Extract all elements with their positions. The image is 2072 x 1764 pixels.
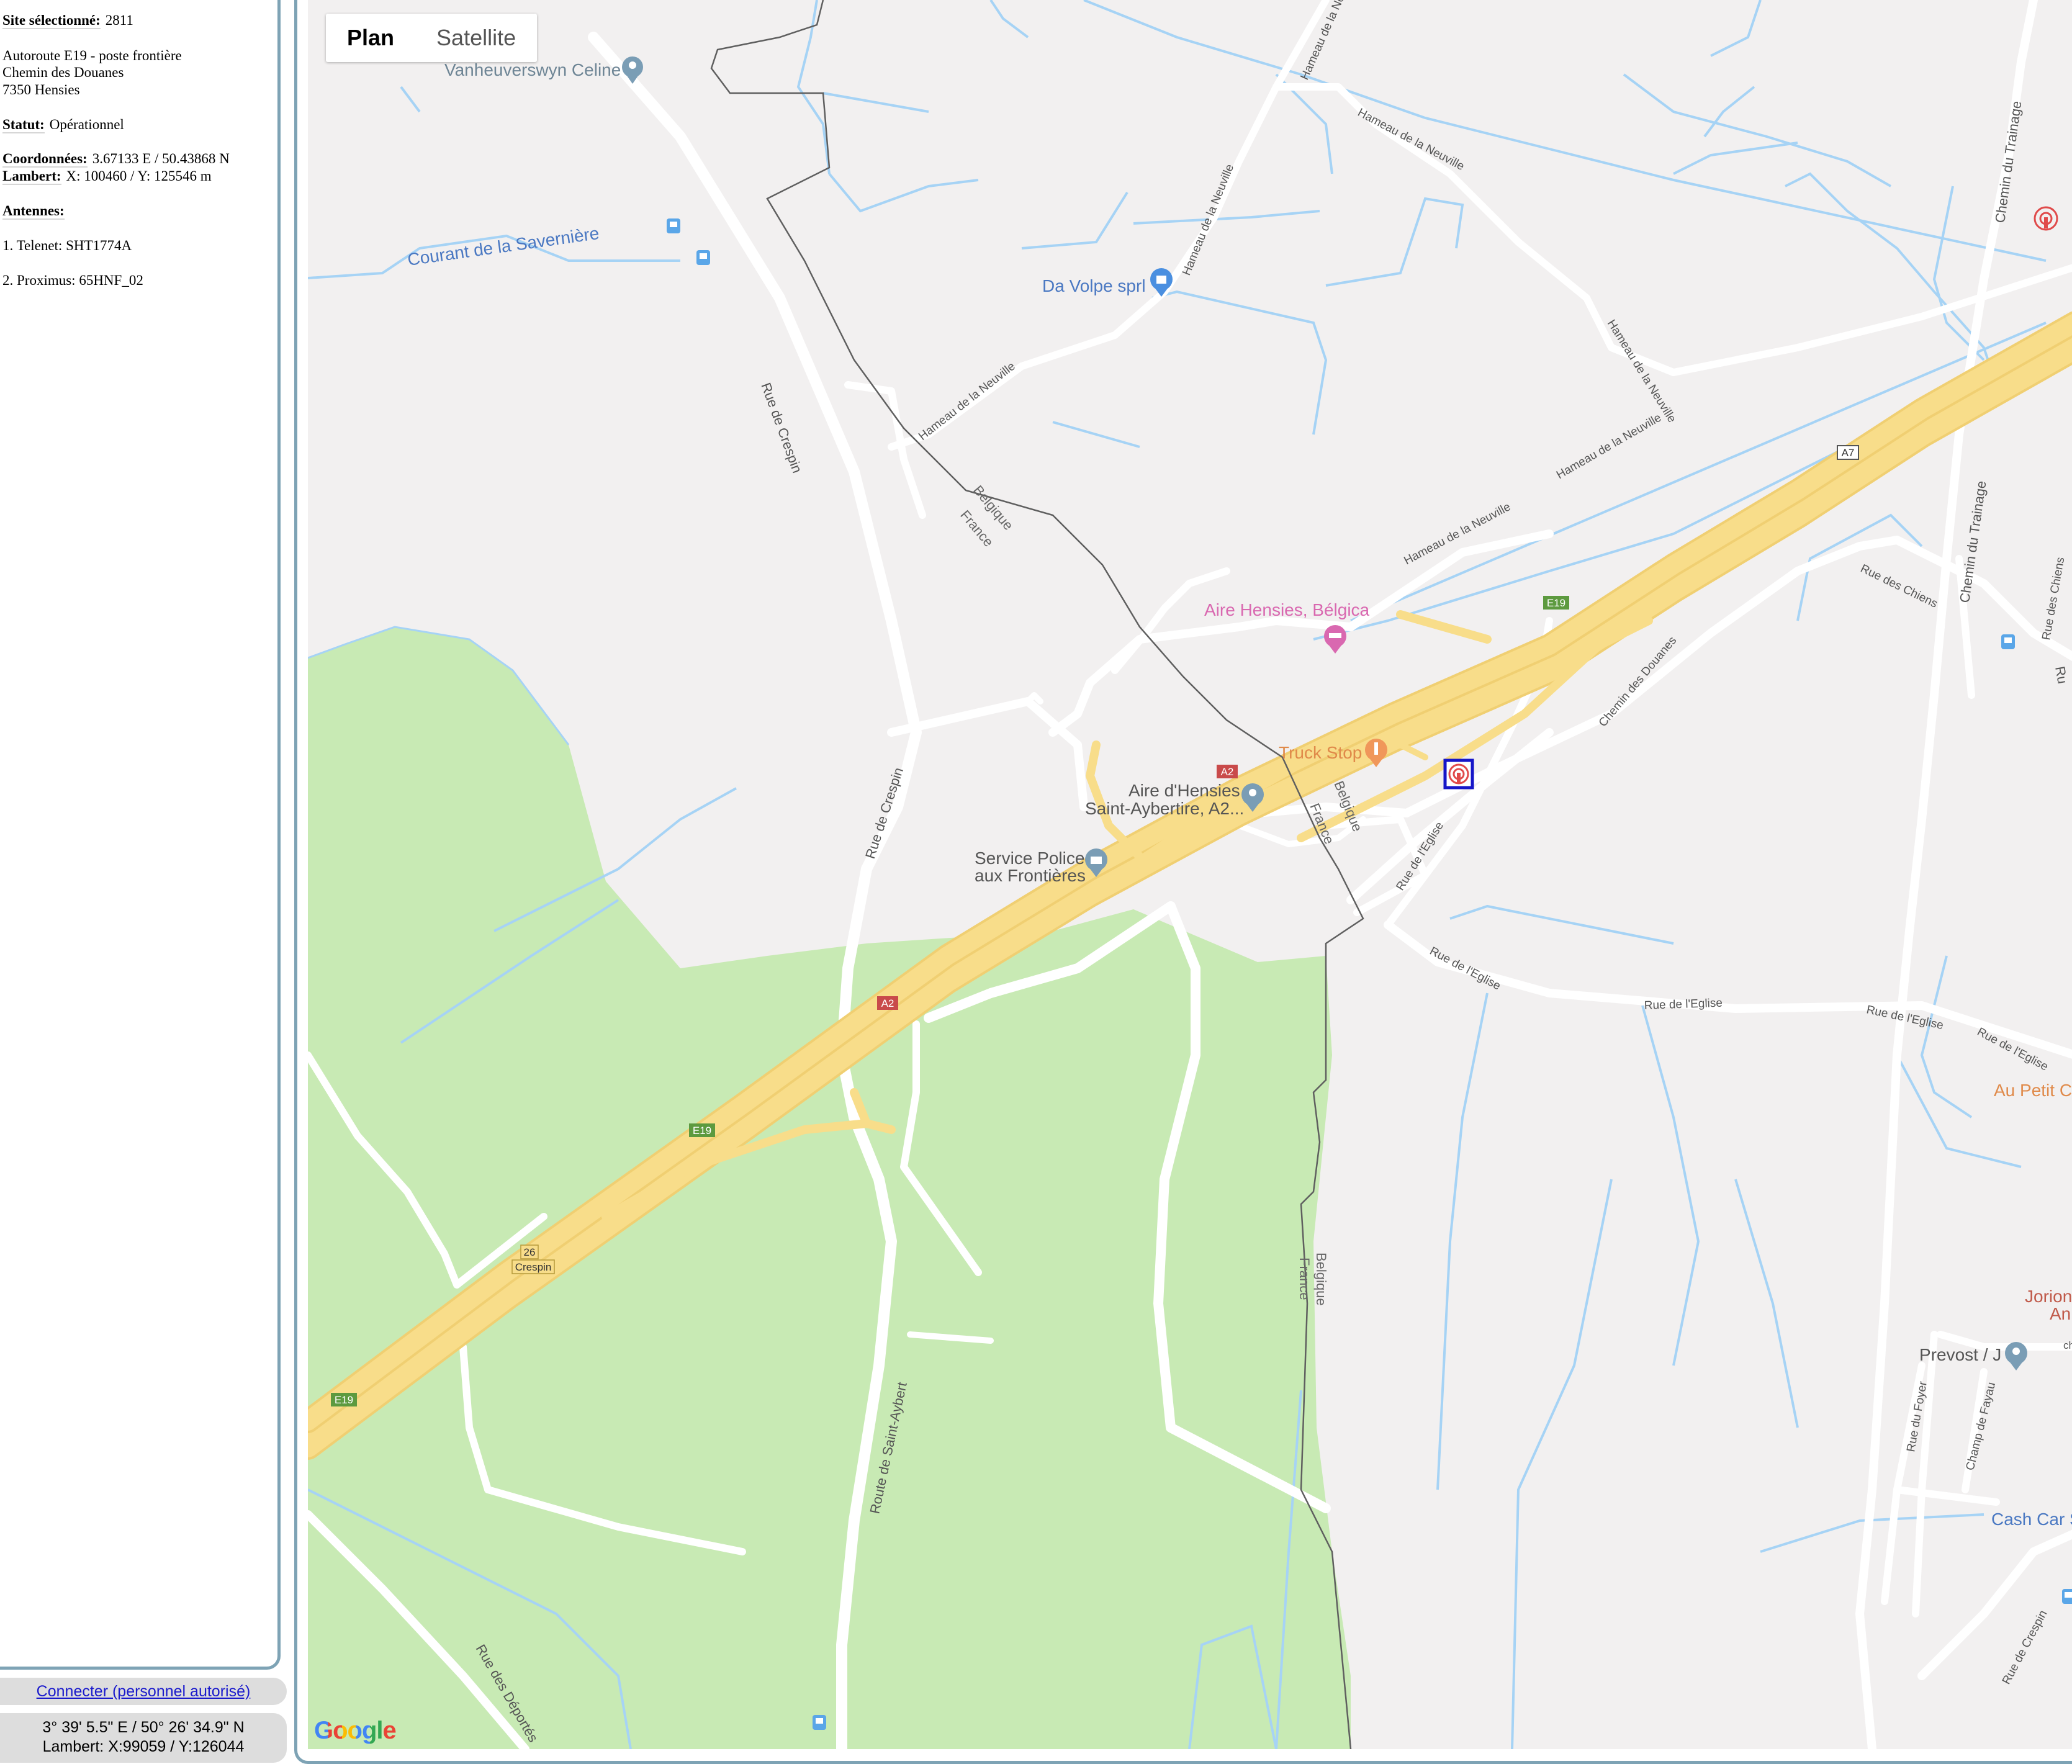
antennas-row: Antennes:: [2, 203, 70, 220]
google-logo-text: Google: [314, 1717, 397, 1744]
map-frame: E19 E19 E19 A2 A2 A7 26 Crespin Vanheuve…: [294, 0, 2072, 1764]
e19-shield-label: E19: [693, 1125, 711, 1136]
status-value: Opérationnel: [49, 117, 124, 132]
google-logo[interactable]: Google: [314, 1717, 397, 1745]
coordinates-row: Coordonnées: 3.67133 E / 50.43868 N: [2, 151, 230, 168]
a2-shield: A2: [877, 996, 898, 1010]
poi-label-truck-stop[interactable]: Truck Stop: [1279, 743, 1362, 762]
login-link[interactable]: Connecter (personnel autorisé): [37, 1683, 251, 1700]
lambert-row: Lambert: X: 100460 / Y: 125546 m: [2, 168, 212, 185]
stream-label: Courant de la Savernière: [407, 223, 601, 269]
e19-shield-label: E19: [1547, 597, 1565, 609]
e19-shield-label: E19: [335, 1394, 353, 1406]
antenna-item-2: 2. Proximus: 65HNF_02: [2, 272, 143, 288]
hotel-bed-icon[interactable]: [1324, 625, 1346, 654]
road-label-rue-crespin: Rue de Crespin: [2000, 1608, 2050, 1686]
poi-label-aire-hensies-belgica[interactable]: Aire Hensies, Bélgica: [1204, 600, 1370, 619]
poi-label-service-police[interactable]: Service Police: [975, 848, 1084, 868]
poi-label-au-petit-cr[interactable]: Au Petit Cr: [1994, 1081, 2072, 1100]
selected-site-label: Site sélectionné:: [2, 12, 101, 29]
cursor-lambert: Lambert: X:99059 / Y:126044: [42, 1738, 245, 1755]
prevost-pin-icon[interactable]: [2005, 1342, 2027, 1370]
map-graphics[interactable]: E19 E19 E19 A2 A2 A7 26 Crespin Vanheuve…: [308, 0, 2072, 1749]
road-label-rue-chiens: Rue des Chiens: [1858, 562, 1940, 611]
a7-shield: A7: [1837, 445, 1859, 460]
cursor-coordinates-box: 3° 39' 5.5" E / 50° 26' 34.9" N Lambert:…: [0, 1713, 287, 1763]
poi-label-aire-hensies[interactable]: Aire d'Hensies: [1128, 781, 1240, 800]
poi-label-prevost[interactable]: Prevost / J: [1919, 1345, 2001, 1364]
poi-label-jorion-line2[interactable]: An: [2050, 1304, 2071, 1323]
a7-shield-label: A7: [1842, 447, 1855, 459]
poi-label-jorion[interactable]: Jorion: [2025, 1287, 2072, 1306]
road-label-hameau: Hameau de la Neuville: [1356, 106, 1467, 173]
bus-stop-icon[interactable]: [813, 1715, 826, 1730]
road-label-chemin-douanes: Chemin des Douanes: [1597, 634, 1680, 729]
coordinates-label: Coordonnées:: [2, 151, 88, 168]
antennas-label: Antennes:: [2, 203, 65, 220]
poi-label-service-police-line2[interactable]: aux Frontières: [975, 866, 1086, 885]
coordinates-value: 3.67133 E / 50.43868 N: [92, 151, 230, 166]
status-label: Statut:: [2, 117, 45, 133]
poi-label-aire-hensies-line2[interactable]: Saint-Aybertire, A2...: [1085, 799, 1244, 818]
poi-label-cash-car[interactable]: Cash Car S: [1991, 1510, 2072, 1529]
poi-label-vanheuverswyn[interactable]: Vanheuverswyn Celine: [444, 60, 621, 79]
e19-shield: E19: [689, 1123, 715, 1137]
road-label-hameau: Hameau de la Neuville: [1554, 412, 1664, 482]
road-label-ch: ch: [2063, 1339, 2072, 1351]
address-line-3: 7350 Hensies: [2, 82, 80, 97]
status-row: Statut: Opérationnel: [2, 117, 124, 133]
bus-stop-icon[interactable]: [667, 218, 680, 233]
bus-stop-icon[interactable]: [696, 250, 710, 265]
antenna-item-1: 1. Telenet: SHT1774A: [2, 238, 132, 253]
exit-number: 26: [524, 1246, 536, 1258]
cursor-dms: 3° 39' 5.5" E / 50° 26' 34.9" N: [42, 1719, 245, 1736]
lambert-label: Lambert:: [2, 168, 61, 185]
selected-antenna-site-icon[interactable]: [1443, 758, 1474, 790]
login-box: Connecter (personnel autorisé): [0, 1678, 287, 1705]
a2-shield-label: A2: [881, 997, 894, 1009]
road-label-rue-crespin: Rue de Crespin: [758, 380, 805, 475]
border-label-belgique: Belgique: [1313, 1253, 1329, 1306]
e19-shield: E19: [1543, 596, 1569, 610]
exit-name: Crespin: [515, 1261, 552, 1273]
bus-stop-icon[interactable]: [2062, 1589, 2072, 1604]
selected-site-row: Site sélectionné: 2811: [2, 12, 133, 29]
map-type-satellite-button[interactable]: Satellite: [415, 14, 537, 62]
map-canvas[interactable]: E19 E19 E19 A2 A2 A7 26 Crespin Vanheuve…: [308, 0, 2072, 1749]
address-line-2: Chemin des Douanes: [2, 65, 124, 80]
poi-label-da-volpe[interactable]: Da Volpe sprl: [1042, 276, 1146, 295]
lambert-value: X: 100460 / Y: 125546 m: [66, 168, 212, 184]
map-type-control: Plan Satellite: [326, 14, 538, 62]
site-info-panel: Site sélectionné: 2811 Autoroute E19 - po…: [0, 0, 281, 1670]
map-type-plan-button[interactable]: Plan: [326, 14, 415, 62]
a2-shield-label: A2: [1221, 766, 1234, 778]
a2-shield: A2: [1217, 765, 1238, 778]
road-label-rue-eglise: Rue de l'Eglise: [1644, 997, 1723, 1012]
e19-shield: E19: [331, 1393, 357, 1406]
border-label-france: France: [1297, 1258, 1312, 1300]
antenna-site-icon[interactable]: [2034, 206, 2058, 231]
road-label-chemin-trainage: Chemin du Trainage: [1992, 100, 2024, 224]
selected-site-value: 2811: [105, 12, 133, 28]
road-label-rue-chiens-short: Rue des Chiens: [2040, 556, 2067, 641]
bus-stop-icon[interactable]: [2001, 634, 2015, 649]
address-line-1: Autoroute E19 - poste frontière: [2, 48, 182, 63]
road-label-rue-eglise: Rue de l'Eglise: [1428, 945, 1503, 993]
road-label-hameau: Hameau de la Neuville: [1298, 0, 1358, 82]
road-label-ru: Ru: [2052, 665, 2071, 685]
road-label-hameau: Hameau de la Neuville: [916, 360, 1018, 443]
